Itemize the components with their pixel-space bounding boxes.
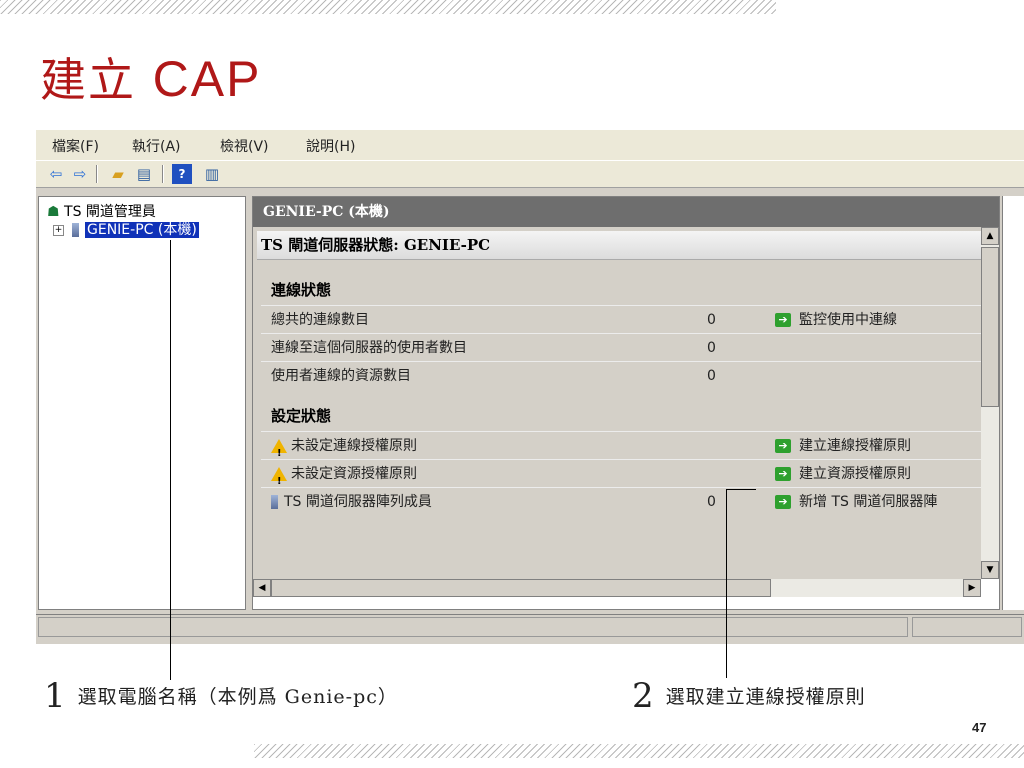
forward-arrow-icon[interactable]: ⇨ bbox=[70, 164, 90, 184]
table-row: TS 閘道伺服器陣列成員 0 ➔ 新增 TS 閘道伺服器陣 bbox=[271, 489, 981, 515]
action-pane-icon[interactable]: ▥ bbox=[202, 164, 222, 184]
step-1-text: 選取電腦名稱（本例爲 Genie-pc） bbox=[77, 686, 398, 708]
row-count: 0 bbox=[707, 312, 716, 328]
horizontal-scroll-thumb[interactable] bbox=[271, 579, 771, 597]
step-2-caption: 2 選取建立連線授權原則 bbox=[632, 676, 866, 716]
tree-root-item[interactable]: ☗ TS 閘道管理員 bbox=[47, 201, 156, 221]
row-label: ! 未設定連線授權原則 bbox=[271, 433, 417, 459]
tree-item-genie-pc[interactable]: + GENIE-PC (本機) bbox=[53, 219, 199, 239]
bottom-hatch-decoration bbox=[254, 744, 1024, 758]
help-icon[interactable]: ? bbox=[172, 164, 192, 184]
monitor-connections-link[interactable]: ➔ 監控使用中連線 bbox=[775, 307, 897, 333]
row-label: ! 未設定資源授權原則 bbox=[271, 461, 417, 487]
action-arrow-icon: ➔ bbox=[775, 313, 791, 327]
step-2-number: 2 bbox=[632, 676, 654, 716]
expand-icon[interactable]: + bbox=[53, 224, 64, 236]
step-2-text: 選取建立連線授權原則 bbox=[665, 686, 866, 708]
horizontal-scrollbar[interactable]: ◀ ▶ bbox=[253, 579, 981, 597]
row-count: 0 bbox=[707, 494, 716, 510]
toolbar-separator bbox=[162, 165, 164, 183]
table-row: ! 未設定資源授權原則 ➔ 建立資源授權原則 bbox=[271, 461, 981, 487]
scroll-up-icon[interactable]: ▲ bbox=[981, 227, 999, 245]
warning-icon: ! bbox=[271, 467, 287, 487]
action-arrow-icon: ➔ bbox=[775, 495, 791, 509]
menu-help[interactable]: 說明(H) bbox=[306, 136, 355, 156]
top-hatch-decoration bbox=[0, 0, 776, 14]
slide-title-cjk: 建立 bbox=[40, 53, 136, 107]
details-header: GENIE-PC (本機) bbox=[253, 197, 999, 227]
vertical-scroll-thumb[interactable] bbox=[981, 247, 999, 407]
action-arrow-icon: ➔ bbox=[775, 439, 791, 453]
table-row: 連線至這個伺服器的使用者數目 0 bbox=[271, 335, 981, 361]
slide-title-latin: CAP bbox=[152, 51, 262, 107]
menu-view[interactable]: 檢視(V) bbox=[220, 136, 269, 156]
toolbar: ⇦ ⇨ ▰ ▤ ? ▥ bbox=[36, 160, 1024, 188]
row-count: 0 bbox=[707, 340, 716, 356]
row-label: 連線至這個伺服器的使用者數目 bbox=[271, 340, 467, 356]
server-icon bbox=[271, 495, 278, 509]
mmc-window: 檔案(F) 執行(A) 檢視(V) 說明(H) ⇦ ⇨ ▰ ▤ ? ▥ ☗ TS… bbox=[36, 130, 1024, 644]
add-farm-member-link[interactable]: ➔ 新增 TS 閘道伺服器陣 bbox=[775, 489, 937, 515]
page-number: 47 bbox=[972, 720, 987, 735]
status-cell bbox=[38, 617, 908, 637]
table-row: 總共的連線數目 0 ➔ 監控使用中連線 bbox=[271, 307, 981, 333]
callout-line-2 bbox=[726, 490, 727, 678]
status-panel: TS 閘道伺服器狀態: GENIE-PC 連線狀態 總共的連線數目 0 ➔ 監控使… bbox=[253, 227, 981, 579]
step-1-caption: 1 選取電腦名稱（本例爲 Genie-pc） bbox=[44, 676, 398, 716]
menu-bar: 檔案(F) 執行(A) 檢視(V) 說明(H) bbox=[36, 130, 1024, 160]
configuration-status-heading: 設定狀態 bbox=[271, 407, 332, 425]
console-tree: ☗ TS 閘道管理員 + GENIE-PC (本機) bbox=[38, 196, 246, 610]
action-pane-edge bbox=[1002, 196, 1024, 610]
row-label: 使用者連線的資源數目 bbox=[271, 368, 411, 384]
menu-file[interactable]: 檔案(F) bbox=[52, 136, 99, 156]
warning-icon: ! bbox=[271, 439, 287, 459]
scroll-down-icon[interactable]: ▼ bbox=[981, 561, 999, 579]
toolbar-separator bbox=[96, 165, 98, 183]
connection-status-heading: 連線狀態 bbox=[271, 281, 332, 299]
back-arrow-icon[interactable]: ⇦ bbox=[46, 164, 66, 184]
vertical-scrollbar[interactable]: ▲ ▼ bbox=[981, 227, 999, 579]
scroll-left-icon[interactable]: ◀ bbox=[253, 579, 271, 597]
gateway-manager-icon: ☗ bbox=[47, 204, 60, 220]
details-pane: GENIE-PC (本機) TS 閘道伺服器狀態: GENIE-PC 連線狀態 … bbox=[252, 196, 1000, 610]
table-row: ! 未設定連線授權原則 ➔ 建立連線授權原則 bbox=[271, 433, 981, 459]
step-1-number: 1 bbox=[44, 676, 66, 716]
callout-line-1 bbox=[170, 240, 171, 680]
status-bar bbox=[36, 614, 1024, 641]
create-cap-link[interactable]: ➔ 建立連線授權原則 bbox=[775, 433, 911, 459]
tree-root-label: TS 閘道管理員 bbox=[64, 204, 156, 220]
row-label: TS 閘道伺服器陣列成員 bbox=[271, 489, 432, 515]
menu-action[interactable]: 執行(A) bbox=[132, 136, 181, 156]
row-label: 總共的連線數目 bbox=[271, 312, 369, 328]
tree-child-label: GENIE-PC (本機) bbox=[85, 222, 199, 238]
show-pane-icon[interactable]: ▤ bbox=[134, 164, 154, 184]
up-folder-icon[interactable]: ▰ bbox=[108, 164, 128, 184]
row-count: 0 bbox=[707, 368, 716, 384]
server-icon bbox=[72, 223, 79, 237]
create-rap-link[interactable]: ➔ 建立資源授權原則 bbox=[775, 461, 911, 487]
scroll-right-icon[interactable]: ▶ bbox=[963, 579, 981, 597]
callout-line-2-horizontal bbox=[726, 489, 756, 490]
table-row: 使用者連線的資源數目 0 bbox=[271, 363, 981, 389]
status-cell bbox=[912, 617, 1022, 637]
action-arrow-icon: ➔ bbox=[775, 467, 791, 481]
slide-title: 建立 CAP bbox=[40, 44, 261, 110]
status-panel-title: TS 閘道伺服器狀態: GENIE-PC bbox=[257, 231, 981, 260]
